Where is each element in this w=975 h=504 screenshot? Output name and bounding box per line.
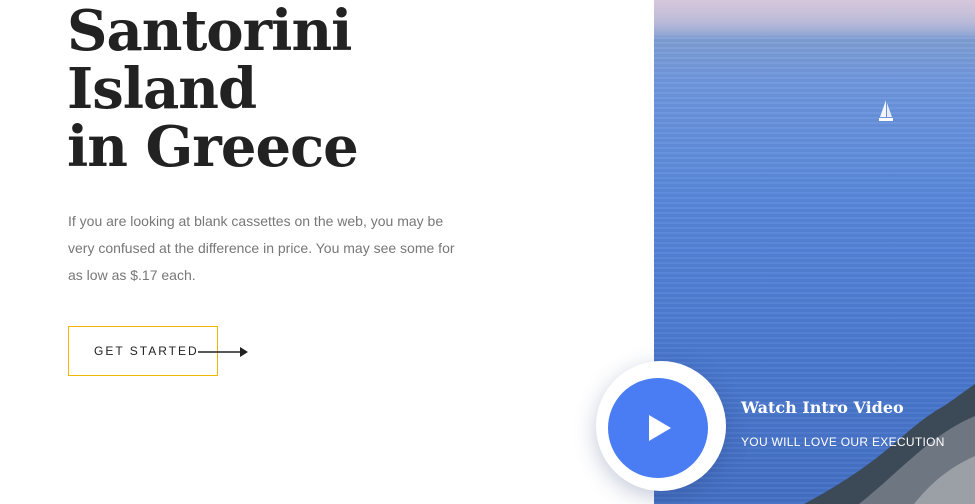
get-started-label: GET STARTED (94, 344, 199, 358)
video-title: Watch Intro Video (741, 398, 904, 417)
get-started-button[interactable]: GET STARTED (68, 326, 248, 376)
cliff-rocks (804, 384, 975, 504)
title-line-1: Santorini (67, 0, 352, 64)
sailboat-icon (879, 100, 893, 121)
hero-description: If you are looking at blank cassettes on… (68, 213, 455, 283)
arrow-right-icon (198, 347, 248, 357)
video-subtitle: YOU WILL LOVE OUR EXECUTION (741, 435, 945, 449)
play-video-button[interactable] (608, 378, 708, 478)
horizon-haze (654, 0, 975, 36)
play-icon (649, 415, 671, 441)
page-title: Santorini Island in Greece (67, 2, 487, 176)
hero-left-panel: Santorini Island in Greece If you are lo… (0, 0, 654, 504)
title-line-3: in Greece (67, 114, 359, 180)
title-line-2: Island (67, 56, 257, 122)
